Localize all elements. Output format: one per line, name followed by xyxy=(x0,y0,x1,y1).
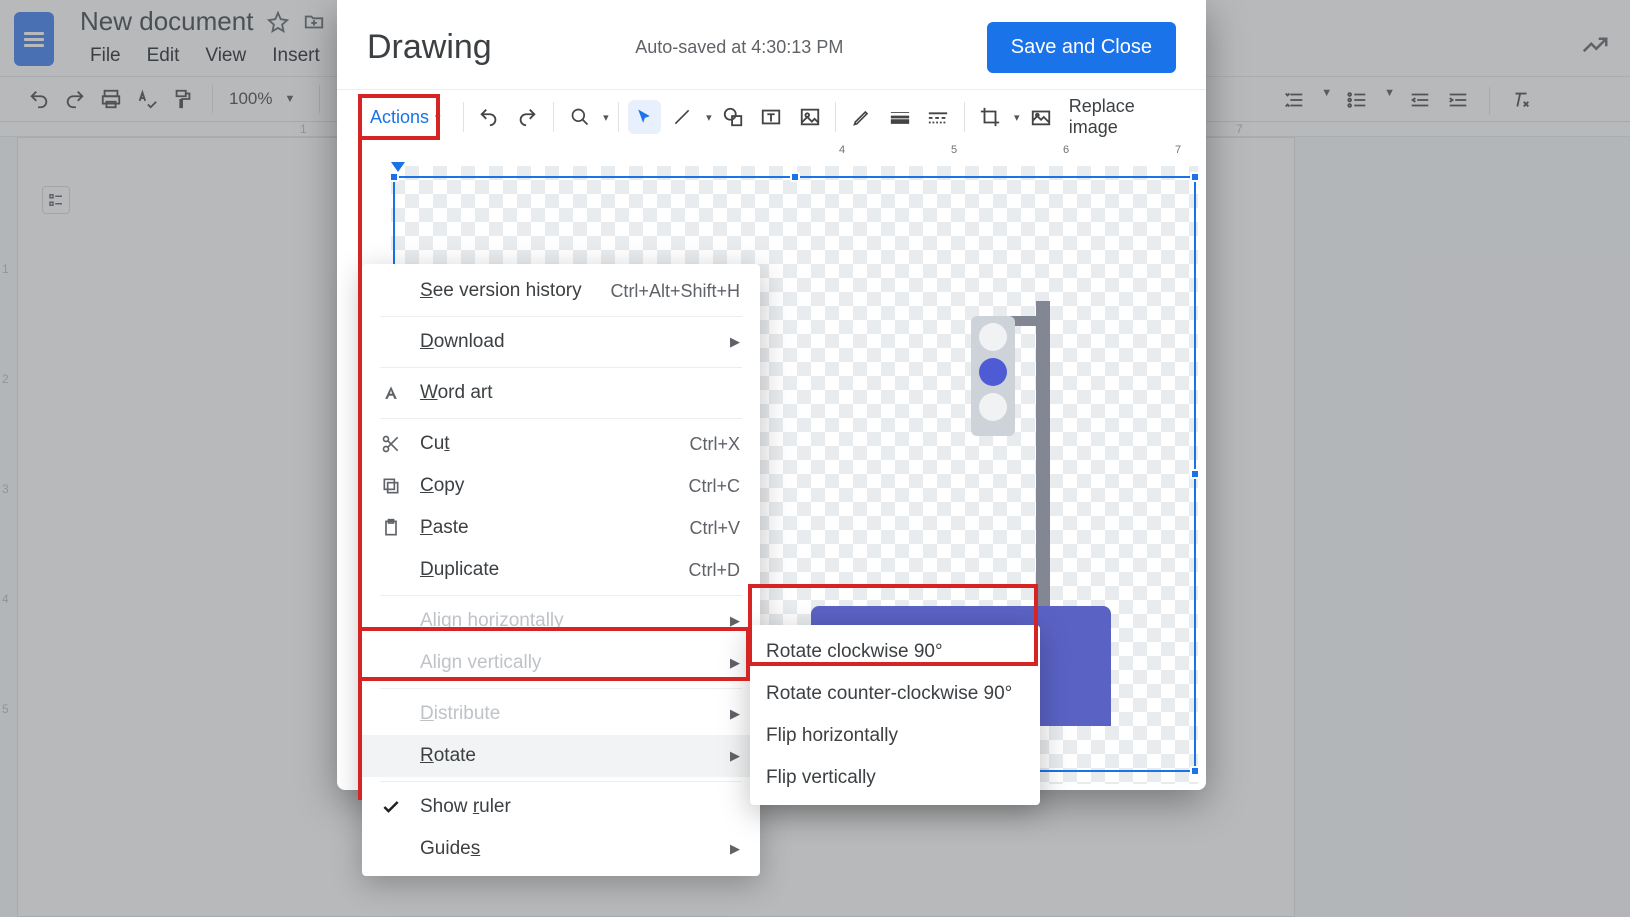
chevron-down-icon: ▾ xyxy=(435,111,441,124)
ruler-h-number: 7 xyxy=(1175,144,1181,156)
submenu-arrow-icon: ▶ xyxy=(730,334,740,350)
menu-see-version-history[interactable]: See version history Ctrl+Alt+Shift+H xyxy=(362,270,760,312)
menu-distribute: Distribute ▶ xyxy=(362,693,760,735)
image-tool-icon[interactable] xyxy=(793,100,826,134)
menu-label: Cut xyxy=(420,433,673,455)
border-color-icon[interactable] xyxy=(845,100,878,134)
word-art-icon xyxy=(378,383,404,403)
menu-label: Rotate clockwise 90° xyxy=(766,641,1020,663)
menu-label: Download xyxy=(420,331,714,353)
menu-label: Align vertically xyxy=(420,652,714,674)
menu-shortcut: Ctrl+D xyxy=(688,560,740,581)
menu-copy[interactable]: Copy Ctrl+C xyxy=(362,465,760,507)
submenu-arrow-icon: ▶ xyxy=(730,613,740,629)
submenu-rotate-ccw[interactable]: Rotate counter-clockwise 90° xyxy=(750,673,1040,715)
menu-label: Show ruler xyxy=(420,796,740,818)
toolbar-separator xyxy=(835,102,836,132)
submenu-flip-vertically[interactable]: Flip vertically xyxy=(750,757,1040,799)
crop-icon[interactable] xyxy=(974,100,1007,134)
menu-label: Rotate xyxy=(420,745,714,767)
menu-label: Copy xyxy=(420,475,672,497)
submenu-rotate-cw[interactable]: Rotate clockwise 90° xyxy=(750,631,1040,673)
menu-duplicate[interactable]: Duplicate Ctrl+D xyxy=(362,549,760,591)
menu-align-horizontally: Align horizontally ▶ xyxy=(362,600,760,642)
menu-label: Word art xyxy=(420,382,740,404)
submenu-arrow-icon: ▶ xyxy=(730,706,740,722)
menu-label: Flip horizontally xyxy=(766,725,1020,747)
menu-label: Duplicate xyxy=(420,559,672,581)
indent-marker-left-icon[interactable] xyxy=(391,162,405,172)
ruler-h-number: 6 xyxy=(1063,144,1069,156)
menu-download[interactable]: Download ▶ xyxy=(362,321,760,363)
drawing-toolbar: Actions ▾ ▾ ▾ ▾ Replace image xyxy=(337,89,1206,144)
chevron-down-icon: ▾ xyxy=(706,111,712,124)
menu-guides[interactable]: Guides ▶ xyxy=(362,828,760,870)
drawing-dialog-title: Drawing xyxy=(367,28,492,67)
drawing-autosave-label: Auto-saved at 4:30:13 PM xyxy=(635,37,843,58)
check-icon xyxy=(378,797,404,817)
actions-dropdown-button[interactable]: Actions ▾ xyxy=(357,100,454,135)
menu-show-ruler[interactable]: Show ruler xyxy=(362,786,760,828)
menu-word-art[interactable]: Word art xyxy=(362,372,760,414)
replace-image-button[interactable]: Replace image xyxy=(1069,96,1186,138)
toolbar-separator xyxy=(553,102,554,132)
scissors-icon xyxy=(378,434,404,454)
submenu-arrow-icon: ▶ xyxy=(730,748,740,764)
redo-icon[interactable] xyxy=(511,100,544,134)
menu-label: Guides xyxy=(420,838,714,860)
clipboard-icon xyxy=(378,518,404,538)
copy-icon xyxy=(378,476,404,496)
save-and-close-button[interactable]: Save and Close xyxy=(987,22,1176,73)
textbox-tool-icon[interactable] xyxy=(755,100,788,134)
menu-rotate[interactable]: Rotate ▶ xyxy=(362,735,760,777)
toolbar-separator xyxy=(964,102,965,132)
chevron-down-icon: ▾ xyxy=(603,111,609,124)
menu-label: Align horizontally xyxy=(420,610,714,632)
shape-tool-icon[interactable] xyxy=(717,100,750,134)
actions-label: Actions xyxy=(370,107,429,128)
ruler-h-number: 5 xyxy=(951,144,957,156)
actions-menu: See version history Ctrl+Alt+Shift+H Dow… xyxy=(362,264,760,876)
menu-label: See version history xyxy=(420,280,594,302)
menu-shortcut: Ctrl+V xyxy=(689,518,740,539)
drawing-dialog-header: Drawing Auto-saved at 4:30:13 PM Save an… xyxy=(337,0,1206,89)
menu-label: Rotate counter-clockwise 90° xyxy=(766,683,1020,705)
menu-label: Flip vertically xyxy=(766,767,1020,789)
submenu-arrow-icon: ▶ xyxy=(730,841,740,857)
undo-icon[interactable] xyxy=(473,100,506,134)
menu-shortcut: Ctrl+C xyxy=(688,476,740,497)
mask-image-icon[interactable] xyxy=(1025,100,1058,134)
chevron-down-icon: ▾ xyxy=(1014,111,1020,124)
menu-shortcut: Ctrl+Alt+Shift+H xyxy=(610,281,740,302)
zoom-icon[interactable] xyxy=(563,100,596,134)
submenu-arrow-icon: ▶ xyxy=(730,655,740,671)
toolbar-separator xyxy=(618,102,619,132)
menu-align-vertically: Align vertically ▶ xyxy=(362,642,760,684)
border-weight-icon[interactable] xyxy=(883,100,916,134)
drawing-h-ruler: 4 5 6 7 xyxy=(391,144,1198,162)
toolbar-separator xyxy=(463,102,464,132)
menu-label: Paste xyxy=(420,517,673,539)
submenu-flip-horizontally[interactable]: Flip horizontally xyxy=(750,715,1040,757)
menu-paste[interactable]: Paste Ctrl+V xyxy=(362,507,760,549)
rotate-submenu: Rotate clockwise 90° Rotate counter-cloc… xyxy=(750,625,1040,805)
border-dash-icon[interactable] xyxy=(922,100,955,134)
ruler-h-number: 4 xyxy=(839,144,845,156)
select-tool-icon[interactable] xyxy=(628,100,661,134)
menu-shortcut: Ctrl+X xyxy=(689,434,740,455)
menu-label: Distribute xyxy=(420,703,714,725)
line-tool-icon[interactable] xyxy=(666,100,699,134)
menu-cut[interactable]: Cut Ctrl+X xyxy=(362,423,760,465)
